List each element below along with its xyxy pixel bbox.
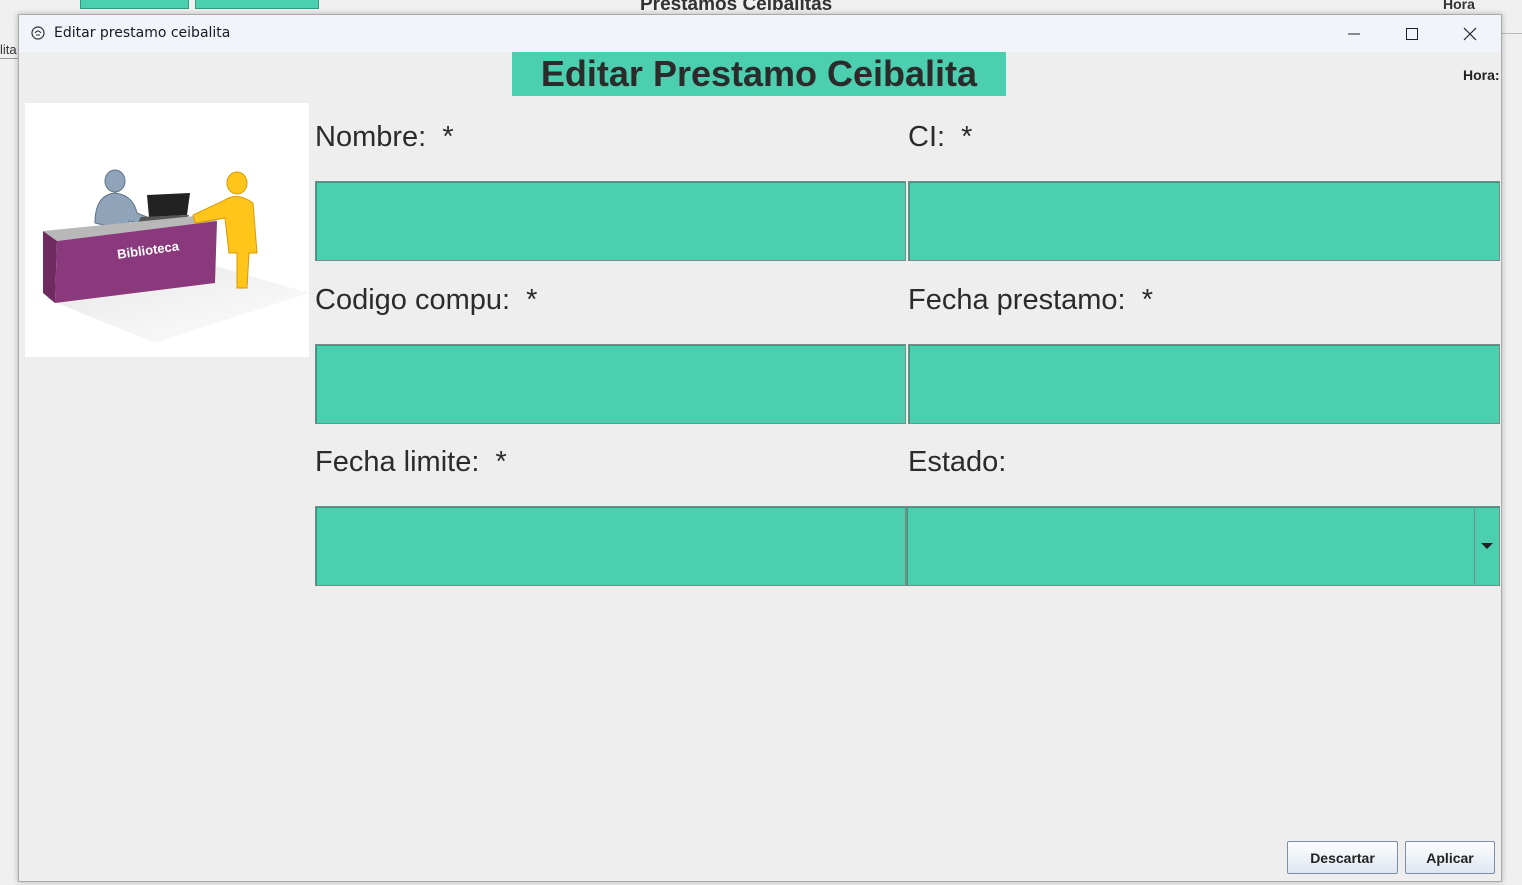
estado-dropdown-button[interactable] [1474,507,1499,585]
minimize-icon [1348,33,1360,34]
codigo-compu-field[interactable] [315,344,906,424]
background-left-text: lita [0,42,17,57]
ci-field[interactable] [908,181,1500,261]
hora-label: Hora: [1463,67,1500,83]
minimize-button[interactable] [1325,15,1383,52]
title-bar[interactable]: Editar prestamo ceibalita [19,15,1501,52]
maximize-icon [1406,27,1418,40]
codigo-compu-label: Codigo compu: * [315,284,538,316]
aplicar-button[interactable]: Aplicar [1405,841,1495,874]
background-divider [0,58,18,59]
close-icon [1463,27,1477,40]
fecha-limite-label: Fecha limite: * [315,446,507,478]
edit-loan-dialog: Editar prestamo ceibalita Editar Prestam… [18,14,1502,882]
background-button[interactable] [80,0,189,9]
window-title: Editar prestamo ceibalita [54,25,231,41]
estado-select[interactable] [906,506,1500,586]
library-desk-image: Biblioteca [43,169,309,343]
nombre-field[interactable] [315,181,906,261]
library-illustration: Biblioteca [25,103,309,357]
background-divider [1500,33,1522,34]
maximize-button[interactable] [1383,15,1441,52]
background-hora-label: Hora [1443,0,1475,12]
estado-label: Estado: [908,446,1007,478]
ci-label: CI: * [908,121,973,153]
close-button[interactable] [1441,15,1499,52]
dialog-heading: Editar Prestamo Ceibalita [512,52,1006,96]
fecha-prestamo-label: Fecha prestamo: * [908,284,1153,316]
java-app-icon [31,26,45,40]
fecha-prestamo-field[interactable] [908,344,1500,424]
nombre-label: Nombre: * [315,121,454,153]
chevron-down-icon [1481,542,1493,549]
descartar-button[interactable]: Descartar [1287,841,1398,874]
fecha-limite-field[interactable] [315,506,906,586]
background-button[interactable] [195,0,319,9]
